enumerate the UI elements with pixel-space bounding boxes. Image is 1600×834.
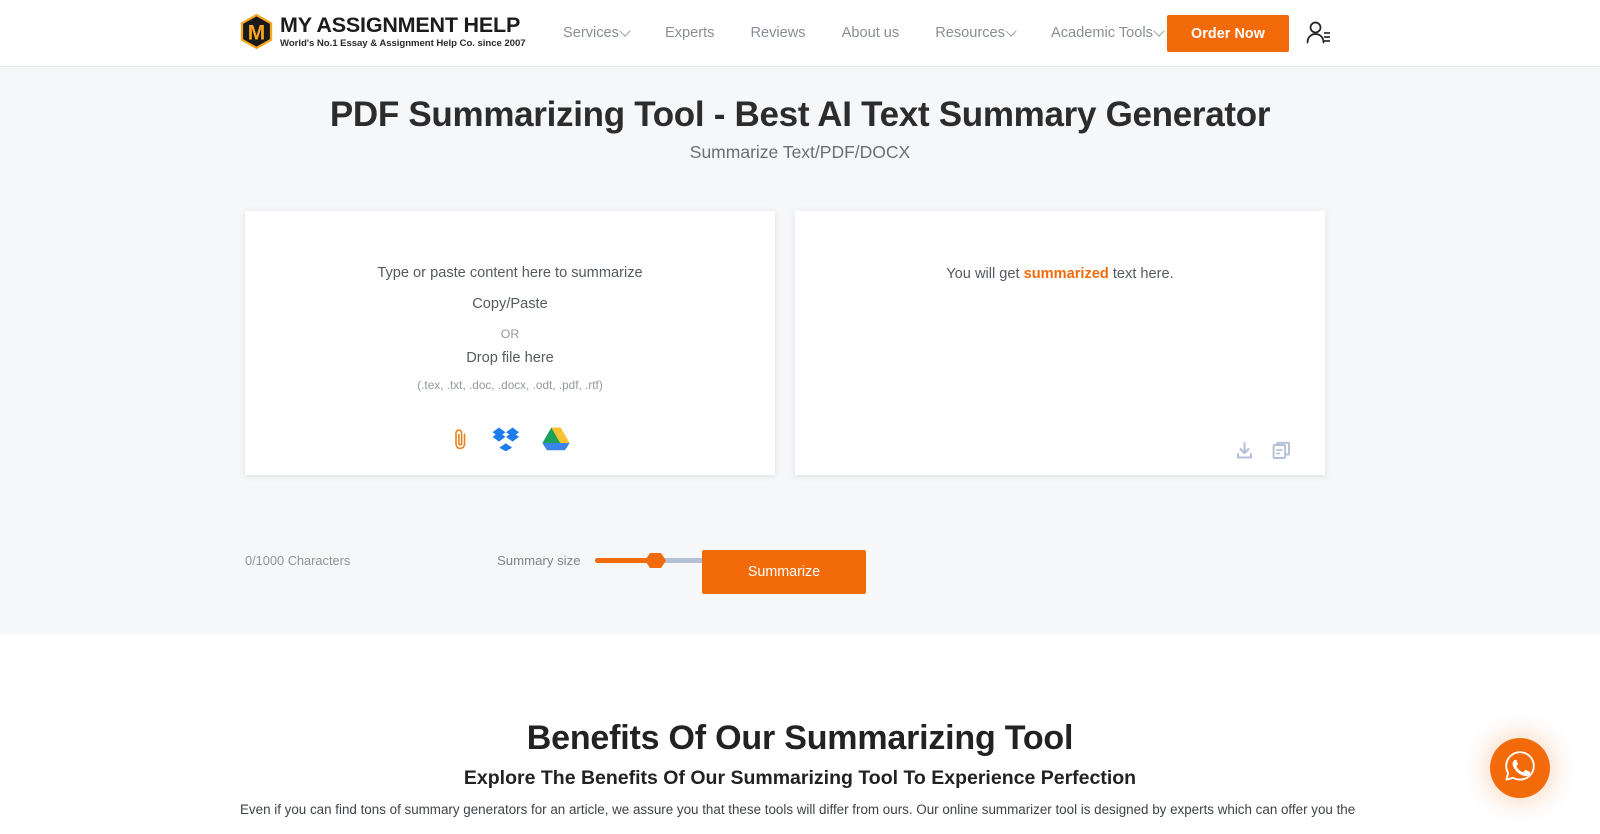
- nav-item-about-us[interactable]: About us: [824, 26, 918, 41]
- main-navigation: Services Experts Reviews About us Resour…: [563, 0, 1181, 67]
- nav-item-services[interactable]: Services: [563, 25, 647, 42]
- summarize-button[interactable]: Summarize: [702, 550, 866, 594]
- svg-text:M: M: [248, 22, 266, 45]
- logo-tagline: World's No.1 Essay & Assignment Help Co.…: [280, 38, 526, 50]
- upload-source-icons: [450, 426, 570, 457]
- whatsapp-icon: [1503, 749, 1537, 788]
- nav-label: Resources: [935, 25, 1005, 42]
- google-drive-icon[interactable]: [542, 426, 570, 456]
- page-subtitle: Summarize Text/PDF/DOCX: [689, 142, 911, 162]
- nav-item-academic-tools[interactable]: Academic Tools: [1033, 25, 1181, 42]
- text-input-dropzone[interactable]: Type or paste content here to summarize …: [245, 211, 775, 475]
- chevron-down-icon: [1005, 25, 1017, 37]
- dropzone-drop-file-label: Drop file here: [466, 349, 554, 366]
- nav-label: About us: [841, 25, 900, 42]
- benefits-subtitle: Explore The Benefits Of Our Summarizing …: [463, 767, 1137, 789]
- chevron-down-icon: [1153, 25, 1165, 37]
- nav-label: Academic Tools: [1050, 25, 1153, 42]
- output-panel[interactable]: You will get summarized text here.: [795, 211, 1325, 475]
- output-placeholder-text: You will get summarized text here.: [795, 266, 1325, 282]
- nav-item-reviews[interactable]: Reviews: [732, 26, 823, 41]
- logo-title: MY ASSIGNMENT HELP: [280, 12, 521, 37]
- output-action-bar: [1235, 441, 1291, 465]
- benefits-section: Benefits Of Our Summarizing Tool Explore…: [0, 634, 1600, 834]
- site-header: M MY ASSIGNMENT HELP World's No.1 Essay …: [0, 0, 1600, 67]
- output-suffix: text here.: [1108, 266, 1174, 282]
- output-highlight: summarized: [1023, 266, 1109, 282]
- site-logo[interactable]: M MY ASSIGNMENT HELP World's No.1 Essay …: [240, 13, 526, 50]
- whatsapp-float-button[interactable]: [1490, 738, 1550, 798]
- summary-size-label: Summary size: [497, 553, 581, 568]
- nav-label: Experts: [664, 25, 715, 42]
- nav-item-experts[interactable]: Experts: [647, 26, 732, 41]
- download-icon[interactable]: [1235, 441, 1254, 465]
- dropzone-hint-type: Type or paste content here to summarize: [377, 265, 643, 281]
- copy-icon[interactable]: [1272, 441, 1291, 465]
- nav-item-resources[interactable]: Resources: [917, 25, 1033, 42]
- dropbox-icon[interactable]: [492, 426, 520, 457]
- dropzone-hint-copy-paste: Copy/Paste: [472, 295, 548, 312]
- order-now-button[interactable]: Order Now: [1167, 15, 1289, 52]
- character-counter: 0/1000 Characters: [245, 553, 351, 568]
- dropzone-extensions-label: (.tex, .txt, .doc, .docx, .odt, .pdf, .r…: [417, 377, 603, 392]
- user-account-icon[interactable]: [1305, 20, 1331, 48]
- slider-thumb-handle[interactable]: [644, 550, 667, 571]
- logo-hexagon-icon: M: [240, 13, 273, 50]
- input-panel[interactable]: Type or paste content here to summarize …: [245, 211, 775, 475]
- output-prefix: You will get: [946, 266, 1024, 282]
- chevron-down-icon: [619, 25, 631, 37]
- hero-section: PDF Summarizing Tool - Best AI Text Summ…: [0, 67, 1600, 634]
- floating-behind-label: b: [1470, 757, 1479, 774]
- benefits-title: Benefits Of Our Summarizing Tool: [526, 719, 1074, 757]
- nav-label: Reviews: [750, 25, 806, 42]
- dropzone-or-label: OR: [500, 326, 520, 341]
- benefits-paragraph: Even if you can find tons of summary gen…: [240, 802, 1356, 817]
- page-title: PDF Summarizing Tool - Best AI Text Summ…: [329, 95, 1271, 134]
- nav-label: Services: [563, 25, 619, 42]
- paperclip-icon[interactable]: [450, 428, 470, 455]
